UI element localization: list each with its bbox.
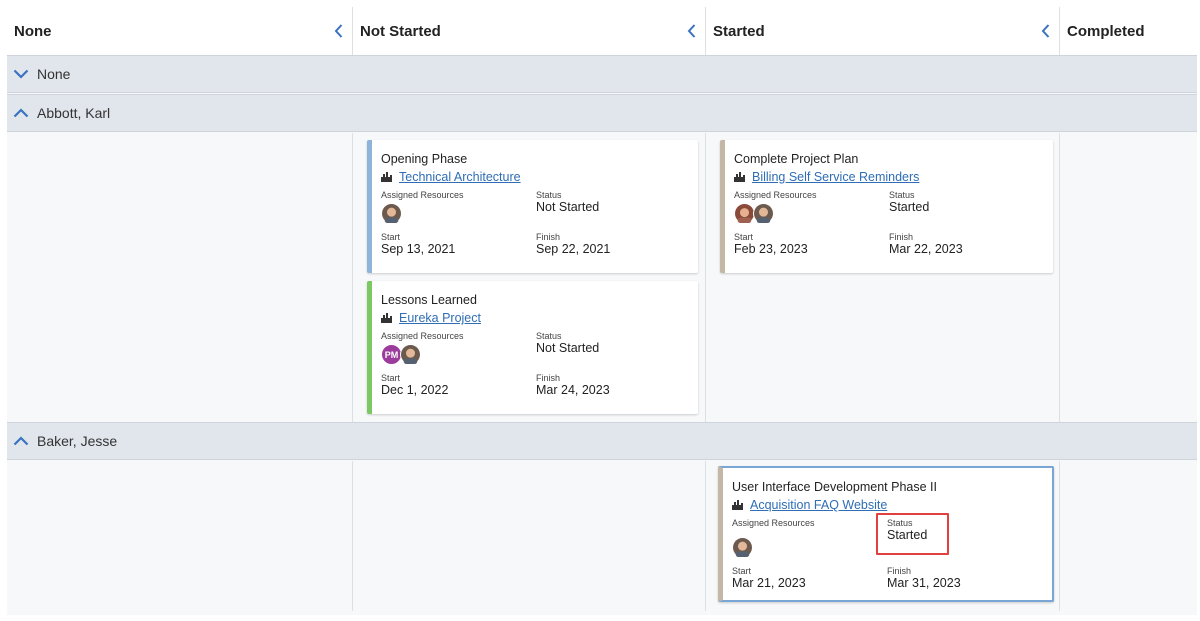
start-date: Mar 21, 2023 xyxy=(732,576,806,590)
chevron-down-icon xyxy=(13,69,29,79)
start-label: Start xyxy=(734,232,754,242)
lane-title: Abbott, Karl xyxy=(37,105,111,121)
assigned-label: Assigned Resources xyxy=(732,518,815,528)
lane-cell xyxy=(1060,461,1197,611)
card-title: User Interface Development Phase II xyxy=(732,480,937,494)
column-header-none: None xyxy=(7,7,353,55)
finish-date: Mar 22, 2023 xyxy=(889,242,963,256)
user-avatar-icon[interactable] xyxy=(734,203,755,224)
chevron-left-icon xyxy=(1041,24,1049,38)
lane-body-abbott-karl: Opening Phase Technical Architecture Ass… xyxy=(7,133,1197,422)
task-card[interactable]: Lessons Learned Eureka Project Assigned … xyxy=(367,281,698,414)
collapse-column-button[interactable] xyxy=(1037,22,1053,40)
lane-cell xyxy=(7,461,353,611)
project-link[interactable]: Technical Architecture xyxy=(399,170,521,184)
lane-body-baker-jesse: User Interface Development Phase II Acqu… xyxy=(7,461,1197,611)
task-card[interactable]: Opening Phase Technical Architecture Ass… xyxy=(367,140,698,273)
status-label: Status xyxy=(536,331,562,341)
start-label: Start xyxy=(732,566,752,576)
column-header-not-started: Not Started xyxy=(353,7,706,55)
card-title: Complete Project Plan xyxy=(734,152,859,166)
user-avatar-icon[interactable] xyxy=(732,537,753,558)
finish-label: Finish xyxy=(889,232,914,242)
lane-cell xyxy=(1060,133,1197,422)
card-title: Opening Phase xyxy=(381,152,468,166)
assigned-label: Assigned Resources xyxy=(381,331,464,341)
chevron-up-icon xyxy=(13,108,29,118)
column-header-started: Started xyxy=(706,7,1060,55)
project-icon xyxy=(734,172,745,182)
project-icon xyxy=(381,172,392,182)
start-label: Start xyxy=(381,373,401,383)
assigned-label: Assigned Resources xyxy=(734,190,817,200)
status-value: Started xyxy=(889,200,930,214)
kanban-board: None Not Started Started Completed None … xyxy=(7,7,1197,615)
status-highlight-box xyxy=(876,513,949,555)
project-link[interactable]: Eureka Project xyxy=(399,311,481,325)
start-date: Feb 23, 2023 xyxy=(734,242,808,256)
column-title: Started xyxy=(713,22,765,40)
project-link[interactable]: Billing Self Service Reminders xyxy=(752,170,919,184)
user-initials-avatar[interactable]: PM xyxy=(381,344,402,365)
card-title: Lessons Learned xyxy=(381,293,477,307)
lane-title: Baker, Jesse xyxy=(37,433,118,449)
lane-header-baker-jesse[interactable]: Baker, Jesse xyxy=(7,422,1197,460)
chevron-up-icon xyxy=(13,436,29,446)
lane-cell xyxy=(7,133,353,422)
chevron-left-icon xyxy=(334,24,342,38)
column-title: Not Started xyxy=(360,22,441,40)
assigned-label: Assigned Resources xyxy=(381,190,464,200)
start-label: Start xyxy=(381,232,401,242)
finish-label: Finish xyxy=(887,566,912,576)
finish-label: Finish xyxy=(536,373,561,383)
lane-header-abbott-karl[interactable]: Abbott, Karl xyxy=(7,94,1197,132)
column-header-completed: Completed xyxy=(1060,7,1197,55)
status-value: Not Started xyxy=(536,200,600,214)
task-card[interactable]: Complete Project Plan Billing Self Servi… xyxy=(720,140,1053,273)
status-label: Status xyxy=(889,190,915,200)
lane-title: None xyxy=(37,66,71,82)
start-date: Dec 1, 2022 xyxy=(381,383,449,397)
status-label: Status xyxy=(536,190,562,200)
lane-header-none[interactable]: None xyxy=(7,55,1197,93)
user-avatar-icon[interactable] xyxy=(753,203,774,224)
column-title: Completed xyxy=(1067,22,1145,40)
finish-label: Finish xyxy=(536,232,561,242)
user-avatar-icon[interactable] xyxy=(400,344,421,365)
collapse-column-button[interactable] xyxy=(683,22,699,40)
status-value: Not Started xyxy=(536,341,600,355)
finish-date: Mar 31, 2023 xyxy=(887,576,961,590)
finish-date: Sep 22, 2021 xyxy=(536,242,611,256)
lane-cell xyxy=(353,461,706,611)
project-icon xyxy=(381,313,392,323)
collapse-column-button[interactable] xyxy=(330,22,346,40)
chevron-left-icon xyxy=(687,24,695,38)
column-title: None xyxy=(14,22,52,40)
finish-date: Mar 24, 2023 xyxy=(536,383,610,397)
project-link[interactable]: Acquisition FAQ Website xyxy=(750,498,887,512)
user-avatar-icon[interactable] xyxy=(381,203,402,224)
project-icon xyxy=(732,500,743,510)
start-date: Sep 13, 2021 xyxy=(381,242,456,256)
